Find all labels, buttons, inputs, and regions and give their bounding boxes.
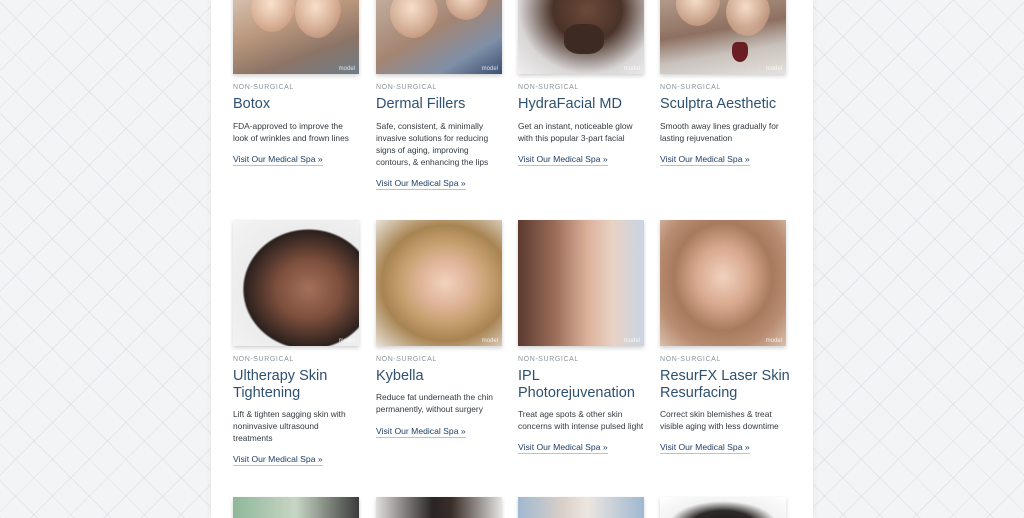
- category-label: NON-SURGICAL: [376, 356, 437, 363]
- category-label: NON-SURGICAL: [376, 84, 437, 91]
- treatment-title[interactable]: Botox: [233, 96, 365, 113]
- treatment-title[interactable]: Kybella: [376, 368, 508, 385]
- treatment-photo[interactable]: [660, 497, 786, 518]
- watermark-label: model: [481, 338, 498, 344]
- visit-medical-spa-link[interactable]: Visit Our Medical Spa »: [518, 154, 608, 166]
- treatment-description: Safe, consistent, & minimally invasive s…: [376, 121, 489, 167]
- treatment-title[interactable]: Ultherapy Skin Tightening: [233, 368, 365, 402]
- watermark-label: model: [338, 66, 355, 72]
- visit-medical-spa-link[interactable]: Visit Our Medical Spa »: [233, 154, 323, 166]
- treatment-title[interactable]: Dermal Fillers: [376, 96, 508, 113]
- treatment-photo[interactable]: model: [660, 220, 786, 346]
- category-label: NON-SURGICAL: [233, 356, 294, 363]
- treatment-photo[interactable]: model: [233, 220, 359, 346]
- watermark-label: model: [765, 338, 782, 344]
- treatment-title[interactable]: Sculptra Aesthetic: [660, 96, 792, 113]
- visit-medical-spa-link[interactable]: Visit Our Medical Spa »: [660, 154, 750, 166]
- treatment-photo[interactable]: model: [518, 220, 644, 346]
- watermark-label: model: [481, 66, 498, 72]
- treatment-photo[interactable]: model: [233, 0, 359, 74]
- visit-medical-spa-link[interactable]: Visit Our Medical Spa »: [376, 178, 466, 190]
- treatment-description: Treat age spots & other skin concerns wi…: [518, 409, 644, 431]
- treatment-description: Reduce fat underneath the chin permanent…: [376, 392, 493, 414]
- treatments-panel: model NON-SURGICAL Botox FDA-approved to…: [211, 0, 813, 518]
- treatment-description: FDA-approved to improve the look of wrin…: [233, 121, 349, 143]
- treatment-description: Lift & tighten sagging skin with noninva…: [233, 409, 346, 443]
- treatment-photo[interactable]: model: [518, 0, 644, 74]
- treatment-description: Get an instant, noticeable glow with thi…: [518, 121, 633, 143]
- watermark-label: model: [338, 338, 355, 344]
- treatment-description: Smooth away lines gradually for lasting …: [660, 121, 779, 143]
- category-label: NON-SURGICAL: [233, 84, 294, 91]
- treatment-title[interactable]: IPL Photorejuvenation: [518, 368, 650, 402]
- treatment-description: Correct skin blemishes & treat visible a…: [660, 409, 779, 431]
- visit-medical-spa-link[interactable]: Visit Our Medical Spa »: [233, 454, 323, 466]
- watermark-label: model: [623, 66, 640, 72]
- watermark-label: model: [765, 66, 782, 72]
- category-label: NON-SURGICAL: [518, 84, 579, 91]
- category-label: NON-SURGICAL: [518, 356, 579, 363]
- category-label: NON-SURGICAL: [660, 356, 721, 363]
- treatment-photo[interactable]: model: [376, 0, 502, 74]
- visit-medical-spa-link[interactable]: Visit Our Medical Spa »: [376, 426, 466, 438]
- treatment-photo[interactable]: [376, 497, 502, 518]
- treatment-title[interactable]: HydraFacial MD: [518, 96, 650, 113]
- visit-medical-spa-link[interactable]: Visit Our Medical Spa »: [518, 442, 608, 454]
- visit-medical-spa-link[interactable]: Visit Our Medical Spa »: [660, 442, 750, 454]
- category-label: NON-SURGICAL: [660, 84, 721, 91]
- treatment-photo[interactable]: [233, 497, 359, 518]
- treatment-title[interactable]: ResurFX Laser Skin Resurfacing: [660, 368, 792, 402]
- treatment-photo[interactable]: [518, 497, 644, 518]
- treatment-photo[interactable]: model: [376, 220, 502, 346]
- treatment-photo[interactable]: model: [660, 0, 786, 74]
- watermark-label: model: [623, 338, 640, 344]
